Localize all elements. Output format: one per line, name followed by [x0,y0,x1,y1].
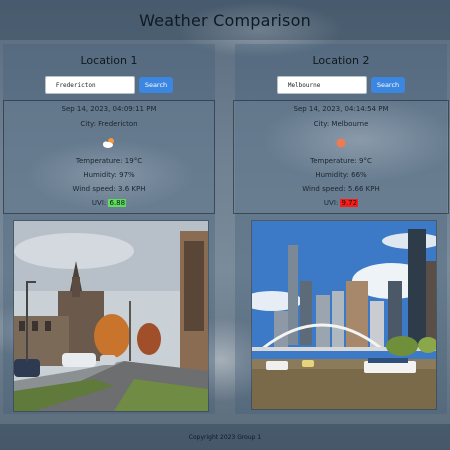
humidity-text: Humidity: 66% [315,171,367,179]
wind-speed-text: Wind speed: 3.6 KPH [72,185,146,193]
partly-cloudy-icon [103,138,114,148]
location-panel-2: Location 2 Search Sep 14, 2023, 04:14:54… [233,44,449,414]
city-text: City: Fredericton [80,120,138,128]
search-button[interactable]: Search [138,77,174,93]
fredericton-street-photo [13,220,209,412]
header-bar: Weather Comparison [0,0,450,40]
city-text: City: Melbourne [313,120,369,128]
uv-label: UVI: [91,199,107,207]
weather-info-box: Sep 14, 2023, 04:09:11 PM City: Frederic… [3,100,215,214]
location-title: Location 2 [312,54,370,67]
uv-row: UVI: 6.88 [4,199,214,207]
melbourne-skyline-photo [251,220,437,410]
temperature-text: Temperature: 19°C [75,157,143,165]
wind-speed-text: Wind speed: 5.66 KPH [302,185,380,193]
weather-info-box: Sep 14, 2023, 04:14:54 PM City: Melbourn… [233,100,449,214]
location-panel-1: Location 1 Search Sep 14, 2023, 04:09:11… [3,44,215,414]
temperature-text: Temperature: 9°C [310,157,372,165]
uv-row: UVI: 9.72 [234,199,448,207]
sun-icon [336,138,346,148]
humidity-text: Humidity: 97% [83,171,135,179]
search-button[interactable]: Search [370,77,406,93]
uv-value-badge: 6.88 [108,199,127,207]
location-title: Location 1 [80,54,138,67]
page-title: Weather Comparison [139,10,311,30]
location-search-input[interactable] [44,76,135,94]
location-search-input[interactable] [276,76,367,94]
copyright-text: Copyright 2023 Group 1 [188,433,262,441]
search-row: Search [3,76,215,94]
datetime-text: Sep 14, 2023, 04:09:11 PM [61,105,157,113]
datetime-text: Sep 14, 2023, 04:14:54 PM [293,105,389,113]
uv-value-badge: 9.72 [340,199,359,207]
footer-bar: Copyright 2023 Group 1 [0,424,450,450]
uv-label: UVI: [323,199,339,207]
search-row: Search [235,76,447,94]
